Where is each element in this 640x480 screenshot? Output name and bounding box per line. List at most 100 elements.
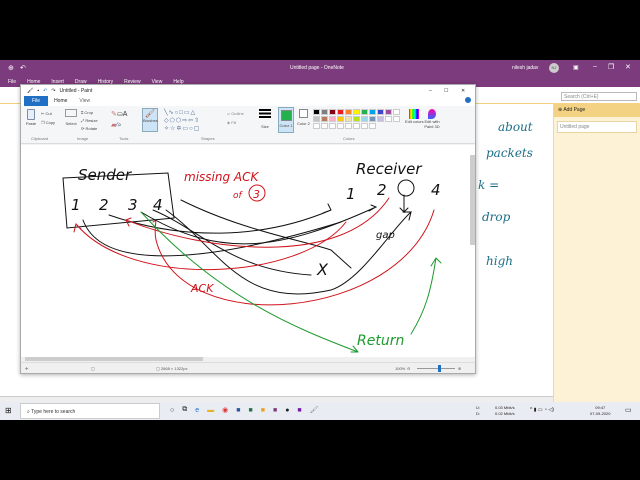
palette-color[interactable]: [345, 116, 352, 122]
edge-icon[interactable]: e: [195, 407, 199, 414]
copy-button[interactable]: ❐ Copy: [41, 118, 55, 127]
word-icon[interactable]: ■: [236, 407, 240, 414]
size-button[interactable]: Size: [259, 109, 271, 129]
palette-color[interactable]: [313, 116, 320, 122]
paint3d-button[interactable]: Edit with Paint 3D: [423, 109, 441, 129]
x-mark: X: [316, 260, 329, 279]
excel-icon[interactable]: ■: [248, 407, 252, 414]
magnifier-icon[interactable]: ⌕: [118, 122, 122, 129]
palette-color[interactable]: [377, 116, 384, 122]
tray-icons[interactable]: ^ ▮ ▭ ◔ ◁): [530, 407, 554, 413]
fill-button[interactable]: ◈ Fill: [227, 118, 244, 127]
tab-view[interactable]: View: [73, 96, 96, 106]
palette-empty[interactable]: [337, 123, 344, 129]
menu-file[interactable]: File: [8, 79, 16, 85]
app-icon[interactable]: ■: [273, 407, 277, 414]
close-icon[interactable]: ✕: [461, 88, 465, 94]
palette-color[interactable]: [321, 109, 328, 115]
palette-empty[interactable]: [353, 123, 360, 129]
color1-button[interactable]: Color 1: [278, 107, 294, 133]
add-page-button[interactable]: ⊕ Add Page: [554, 103, 640, 117]
task-view-icon[interactable]: ⧉: [182, 406, 187, 414]
page-item[interactable]: Untitled page: [557, 121, 637, 133]
tab-file[interactable]: File: [24, 96, 49, 106]
minimize-icon[interactable]: –: [429, 88, 432, 94]
palette-color[interactable]: [361, 116, 368, 122]
search-input[interactable]: Search (Ctrl+E): [561, 92, 637, 101]
palette-empty[interactable]: [313, 123, 320, 129]
palette-color[interactable]: [369, 109, 376, 115]
brushes-button[interactable]: 🖌 Brushes: [142, 108, 158, 132]
note-ink: k =: [478, 178, 500, 192]
rotate-button[interactable]: ⟳ Rotate: [81, 125, 98, 133]
palette-color[interactable]: [369, 116, 376, 122]
maximize-icon[interactable]: ❐: [608, 63, 614, 71]
note-ink: packets: [486, 146, 533, 160]
note-ink: high: [486, 254, 513, 268]
palette-color[interactable]: [361, 109, 368, 115]
ribbon-tabs: File Home View: [21, 96, 475, 106]
palette-color[interactable]: [321, 116, 328, 122]
palette-empty[interactable]: [321, 123, 328, 129]
drawing-canvas[interactable]: Sender 1 2 3 4 missing ACK of 3 Receiver…: [21, 145, 475, 357]
app-icon[interactable]: ■: [261, 407, 265, 414]
palette-color[interactable]: [337, 116, 344, 122]
palette-color[interactable]: [313, 109, 320, 115]
crop-button[interactable]: ⌗ Crop: [81, 109, 98, 117]
tab-home[interactable]: Home: [48, 96, 73, 106]
palette-empty[interactable]: [369, 123, 376, 129]
start-icon[interactable]: ⊞: [5, 406, 12, 415]
palette-color[interactable]: [337, 109, 344, 115]
zoom-out-icon[interactable]: ⊖: [407, 366, 410, 371]
edit-colors-button[interactable]: Edit colors: [405, 109, 424, 124]
color2-button[interactable]: Color 2: [297, 109, 310, 126]
image-size: ▢ 2668 × 1322px: [156, 365, 188, 371]
undo-icon[interactable]: ↶: [20, 64, 26, 72]
search-box[interactable]: ⌕ Type here to search: [20, 403, 160, 419]
palette-color[interactable]: [385, 109, 392, 115]
palette-color[interactable]: [377, 109, 384, 115]
group-colors: Colors: [343, 136, 355, 141]
palette-color[interactable]: [393, 109, 400, 115]
redo-icon[interactable]: ↷: [51, 88, 55, 94]
avatar[interactable]: NJ: [549, 63, 559, 73]
app-icon[interactable]: ●: [285, 407, 289, 414]
maximize-icon[interactable]: ☐: [444, 88, 448, 94]
shapes-gallery[interactable]: ╲∿○□▭△ ◇⬠⬡⇨⇦⇧ ✧☆✡▭○▢: [164, 109, 222, 133]
user-name[interactable]: nilesh jadav: [512, 65, 538, 71]
chrome-icon[interactable]: ◉: [222, 406, 228, 414]
undo-icon[interactable]: ↶: [43, 88, 47, 94]
notifications-icon[interactable]: ▭: [625, 406, 632, 414]
palette-color[interactable]: [353, 116, 360, 122]
palette-color[interactable]: [329, 109, 336, 115]
ribbon-display-icon[interactable]: ▣: [573, 64, 579, 71]
clock[interactable]: 09:47 07-09-2020: [590, 405, 610, 417]
help-icon[interactable]: [465, 97, 471, 103]
cortana-icon[interactable]: ○: [170, 407, 174, 414]
palette-empty[interactable]: [345, 123, 352, 129]
cursor-position-icon: ✛: [25, 365, 29, 371]
palette-empty[interactable]: [361, 123, 368, 129]
palette-color[interactable]: [353, 109, 360, 115]
palette-empty[interactable]: [329, 123, 336, 129]
cut-button[interactable]: ✂ Cut: [41, 109, 55, 118]
save-icon[interactable]: ▪: [37, 88, 39, 94]
paste-button[interactable]: Paste: [25, 109, 37, 131]
onenote-icon[interactable]: ■: [297, 407, 301, 414]
text-icon[interactable]: A: [123, 111, 128, 118]
palette-color[interactable]: [345, 109, 352, 115]
palette-empty[interactable]: [393, 116, 400, 122]
outline-button[interactable]: ▱ Outline: [227, 109, 244, 118]
palette-empty[interactable]: [385, 116, 392, 122]
zoom-in-icon[interactable]: ⊕: [458, 366, 461, 371]
vertical-scrollbar[interactable]: [470, 155, 475, 245]
palette-color[interactable]: [329, 116, 336, 122]
close-icon[interactable]: ✕: [625, 63, 631, 71]
resize-button[interactable]: ⤢ Resize: [81, 117, 98, 125]
paint-icon[interactable]: 🖌: [310, 406, 319, 414]
zoom-slider[interactable]: [417, 365, 455, 372]
select-button[interactable]: Select: [65, 109, 77, 126]
file-explorer-icon[interactable]: ▬: [207, 407, 214, 414]
minimize-icon[interactable]: –: [593, 63, 597, 70]
back-icon[interactable]: ⊕: [8, 64, 14, 72]
